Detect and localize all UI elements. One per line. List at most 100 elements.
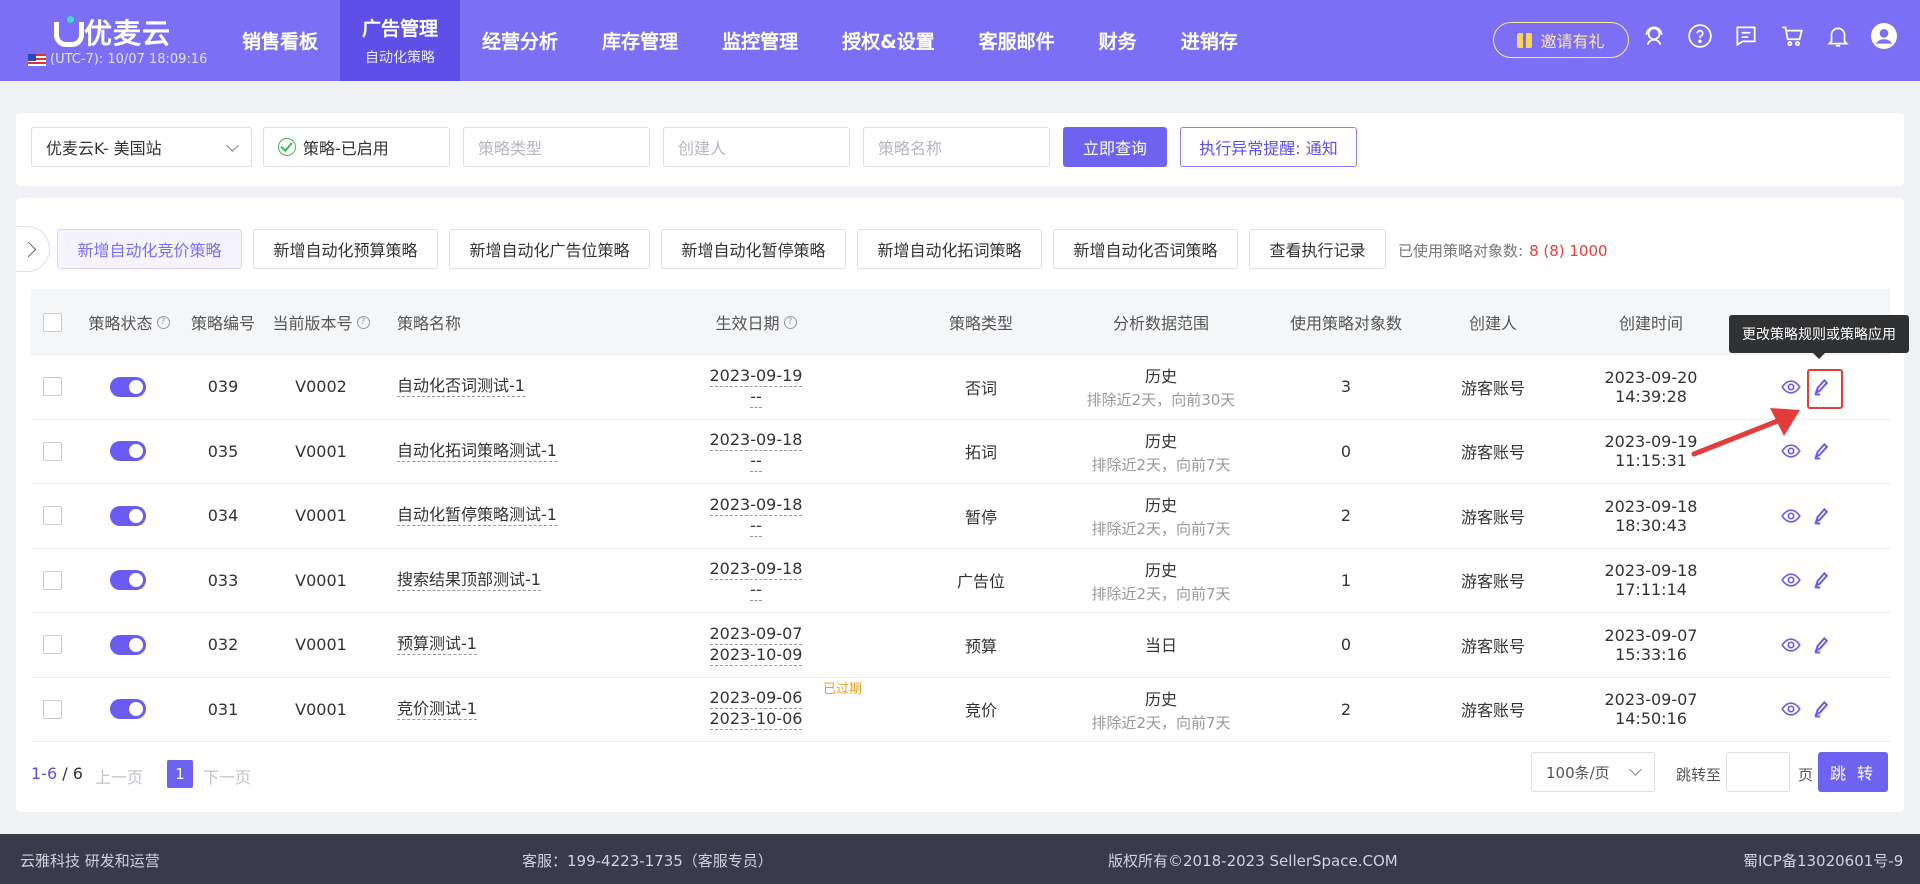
table-row: 034 V0001 自动化暂停策略测试-1 2023-09-18 -- 暂停 历史 排除近2天… xyxy=(31,484,1890,549)
status-toggle[interactable] xyxy=(110,634,146,655)
add-bid-strategy-button[interactable]: 新增自动化竞价策略 xyxy=(57,229,242,269)
status-toggle[interactable] xyxy=(110,376,146,397)
strategy-name-link[interactable]: 自动化暂停策略测试-1 xyxy=(397,505,557,527)
nav-sales-dashboard[interactable]: 销售看板 xyxy=(220,0,340,81)
strategy-name-link[interactable]: 预算测试-1 xyxy=(397,634,477,656)
object-count: 3 xyxy=(1340,377,1352,397)
edit-pencil-icon[interactable] xyxy=(1811,441,1831,461)
exception-alert-button[interactable]: 执行异常提醒: 通知 xyxy=(1180,127,1357,167)
col-label: 生效日期 xyxy=(715,314,780,333)
invite-button[interactable]: 邀请有礼 xyxy=(1493,22,1629,58)
page-size-select[interactable]: 100条/页 xyxy=(1531,752,1655,792)
question-icon[interactable]: ? xyxy=(356,315,370,329)
view-execution-log-button[interactable]: 查看执行记录 xyxy=(1249,229,1386,269)
creator-placeholder: 创建人 xyxy=(678,139,727,158)
nav-finance[interactable]: 财务 xyxy=(1077,0,1159,81)
strategy-name-link[interactable]: 自动化拓词策略测试-1 xyxy=(397,441,557,462)
nav-service-email[interactable]: 客服邮件 xyxy=(957,0,1077,81)
col-label: 策略名称 xyxy=(397,314,462,333)
view-eye-icon[interactable] xyxy=(1781,506,1801,526)
status-toggle-cell xyxy=(101,484,155,548)
add-budget-strategy-button[interactable]: 新增自动化预算策略 xyxy=(253,229,438,269)
row-operations xyxy=(1781,678,1831,742)
next-page-button[interactable]: 下一页 xyxy=(203,764,251,788)
row-checkbox[interactable] xyxy=(42,699,62,719)
message-icon[interactable] xyxy=(1732,22,1760,50)
view-eye-icon[interactable] xyxy=(1781,635,1801,655)
jump-page-input[interactable] xyxy=(1726,752,1790,792)
data-range: 历史 xyxy=(1144,496,1177,516)
data-range-cell: 历史 排除近2天，向前7天 xyxy=(1061,420,1261,484)
strategy-id: 031 xyxy=(207,699,239,719)
check-circle-icon xyxy=(278,138,296,156)
nav-inventory[interactable]: 库存管理 xyxy=(580,0,700,81)
prev-page-button[interactable]: 上一页 xyxy=(95,764,143,788)
current-page-button[interactable]: 1 xyxy=(167,760,193,788)
nav-monitoring[interactable]: 监控管理 xyxy=(700,0,820,81)
help-icon[interactable] xyxy=(1686,22,1714,50)
strategy-name-link[interactable]: 自动化否词测试-1 xyxy=(397,376,525,398)
creator-input[interactable]: 创建人 xyxy=(663,127,850,167)
view-eye-icon[interactable] xyxy=(1781,570,1801,590)
col-creator: 创建人 xyxy=(1443,289,1543,355)
col-data-range: 分析数据范围 xyxy=(1086,289,1236,355)
support-agent-icon[interactable] xyxy=(1640,22,1668,50)
jump-button[interactable]: 跳 转 xyxy=(1818,752,1888,792)
select-all-checkbox[interactable] xyxy=(42,312,62,332)
status-toggle[interactable] xyxy=(110,505,146,526)
notification-bell-icon[interactable] xyxy=(1824,22,1852,50)
strategy-name-link[interactable]: 竞价测试-1 xyxy=(397,699,477,720)
effective-end-date: -- xyxy=(750,386,762,408)
status-toggle[interactable] xyxy=(110,441,146,462)
strategy-name-link[interactable]: 搜索结果顶部测试-1 xyxy=(397,570,541,591)
edit-pencil-icon[interactable] xyxy=(1811,635,1831,655)
nav-label: 客服邮件 xyxy=(978,31,1055,53)
edit-tooltip: 更改策略规则或策略应用 xyxy=(1729,315,1909,359)
table-header: 策略状态? 策略编号 当前版本号? 策略名称 生效日期? 策略类型 分析数据范围… xyxy=(31,289,1890,355)
edit-pencil-icon[interactable] xyxy=(1811,506,1831,526)
row-checkbox[interactable] xyxy=(42,635,62,655)
view-eye-icon[interactable] xyxy=(1781,699,1801,719)
add-negative-keyword-strategy-button[interactable]: 新增自动化否词策略 xyxy=(1053,229,1238,269)
add-pause-strategy-button[interactable]: 新增自动化暂停策略 xyxy=(661,229,846,269)
nav-business-analysis[interactable]: 经营分析 xyxy=(460,0,580,81)
edit-pencil-icon[interactable] xyxy=(1811,699,1831,719)
shop-select[interactable]: 优麦云K- 美国站 xyxy=(31,127,252,167)
question-icon[interactable]: ? xyxy=(783,315,797,329)
strategy-name-input[interactable]: 策略名称 xyxy=(863,127,1050,167)
status-toggle[interactable] xyxy=(110,699,146,720)
strategy-type-select[interactable]: 策略类型 xyxy=(463,127,650,167)
cart-icon[interactable] xyxy=(1778,22,1806,50)
expand-sidebar-button[interactable] xyxy=(16,226,50,272)
nav-auth-settings[interactable]: 授权&设置 xyxy=(820,0,957,81)
row-checkbox[interactable] xyxy=(42,506,62,526)
effective-start-date: 2023-09-07 xyxy=(709,623,803,645)
status-toggle[interactable] xyxy=(110,570,146,591)
effective-date-cell: 2023-09-19 -- xyxy=(691,355,821,419)
page-count: 1-6 / 6 xyxy=(31,764,83,783)
edit-highlight-box xyxy=(1807,369,1843,409)
data-range-cell: 历史 排除近2天，向前30天 xyxy=(1061,355,1261,419)
status-select[interactable]: 策略-已启用 xyxy=(263,127,450,167)
nav-purchase-sales[interactable]: 进销存 xyxy=(1159,0,1260,81)
question-icon[interactable]: ? xyxy=(156,315,170,329)
row-checkbox[interactable] xyxy=(42,441,62,461)
brand-name: 优麦云 xyxy=(84,17,172,50)
user-avatar-icon[interactable] xyxy=(1870,22,1898,50)
usage-label: 已使用策略对象数: xyxy=(1398,242,1524,260)
view-eye-icon[interactable] xyxy=(1781,377,1801,397)
add-keyword-expand-strategy-button[interactable]: 新增自动化拓词策略 xyxy=(857,229,1042,269)
brand-logo[interactable]: 优麦云 xyxy=(52,12,171,52)
strategy-id: 034 xyxy=(207,506,239,526)
edit-pencil-icon[interactable] xyxy=(1811,570,1831,590)
row-checkbox[interactable] xyxy=(42,570,62,590)
effective-start-date: 2023-09-18 xyxy=(709,559,803,581)
object-count: 2 xyxy=(1340,699,1352,719)
effective-date-cell: 2023-09-07 2023-10-09 xyxy=(691,613,821,677)
row-checkbox[interactable] xyxy=(42,377,62,397)
add-placement-strategy-button[interactable]: 新增自动化广告位策略 xyxy=(449,229,650,269)
query-button[interactable]: 立即查询 xyxy=(1063,127,1167,167)
nav-label: 库存管理 xyxy=(602,31,679,53)
timezone-text: (UTC-7): 10/07 18:09:16 xyxy=(50,52,208,67)
nav-ad-management[interactable]: 广告管理 自动化策略 xyxy=(340,0,461,81)
